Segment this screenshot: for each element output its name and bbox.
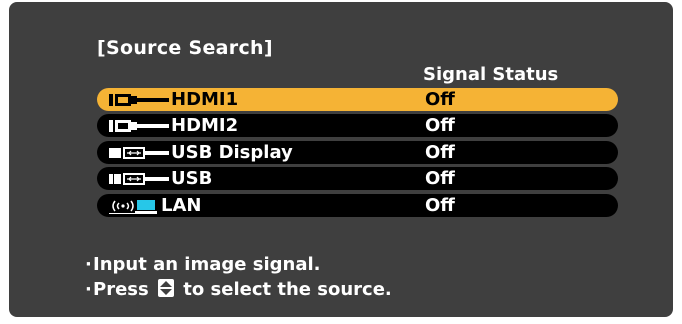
source-status: Off (425, 168, 455, 189)
source-label: LAN (161, 195, 202, 216)
up-down-arrow-icon (158, 279, 174, 297)
lan-icon (109, 200, 157, 214)
source-row-hdmi2[interactable]: HDMI2 Off (97, 114, 618, 137)
source-search-panel: [Source Search] Signal Status HDMI1 Off … (9, 2, 673, 317)
source-label: USB Display (171, 142, 293, 163)
usb-icon (109, 173, 169, 185)
source-label: HDMI1 (171, 89, 239, 110)
panel-title: [Source Search] (97, 37, 273, 59)
source-row-usb[interactable]: USB Off (97, 167, 618, 190)
source-status: Off (425, 115, 455, 136)
source-label: USB (171, 168, 213, 189)
source-status: Off (425, 89, 455, 110)
source-status: Off (425, 195, 455, 216)
source-label: HDMI2 (171, 115, 239, 136)
hint-prefix: Press (93, 279, 149, 300)
hdmi-icon (109, 120, 169, 132)
usb-icon (109, 147, 169, 159)
source-status: Off (425, 142, 455, 163)
source-row-hdmi1[interactable]: HDMI1 Off (97, 88, 618, 111)
source-row-usb-display[interactable]: USB Display Off (97, 141, 618, 164)
hint-line-1: ·Input an image signal. (85, 254, 320, 275)
source-row-lan[interactable]: LAN Off (97, 194, 618, 217)
hdmi-icon (109, 94, 169, 106)
bullet-icon: · (85, 254, 92, 275)
signal-status-header: Signal Status (423, 64, 559, 85)
hint-suffix: to select the source. (183, 279, 392, 300)
hint-text: Input an image signal. (93, 254, 321, 275)
hint-line-2: ·Press to select the source. (85, 279, 392, 300)
bullet-icon: · (85, 279, 92, 300)
